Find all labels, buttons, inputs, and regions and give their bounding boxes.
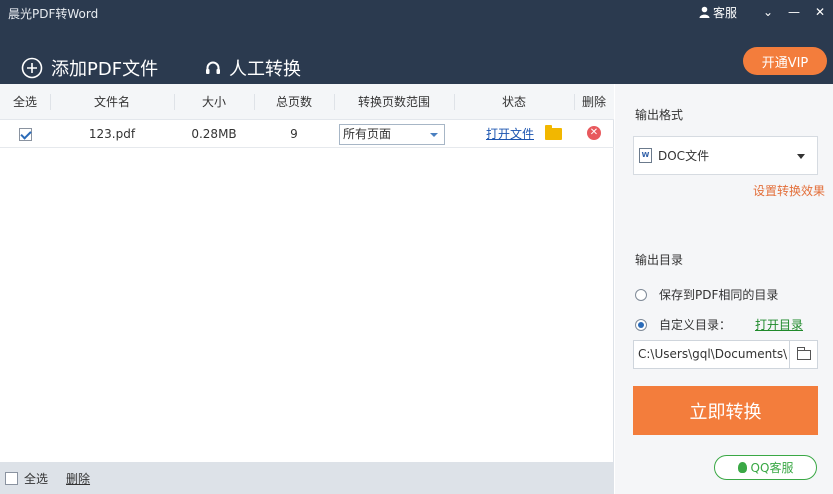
custom-dir-option[interactable]: 自定义目录：: [635, 316, 731, 333]
same-dir-label: 保存到PDF相同的目录: [659, 288, 779, 302]
header-status: 状态: [501, 95, 526, 109]
custom-dir-radio[interactable]: [635, 318, 647, 331]
folder-icon[interactable]: [545, 125, 562, 140]
menu-button[interactable]: ⌄: [755, 0, 781, 24]
header-delete: 删除: [581, 95, 606, 109]
header-select-all[interactable]: 全选: [0, 84, 50, 120]
plus-circle-icon: [21, 57, 43, 79]
header-size: 大小: [201, 95, 226, 109]
qq-service-label: QQ客服: [750, 461, 794, 475]
same-dir-radio[interactable]: [635, 288, 647, 301]
page-range-value: 所有页面: [343, 127, 392, 141]
custom-dir-label: 自定义目录：: [659, 318, 732, 332]
chevron-down-icon: [430, 133, 438, 137]
delete-row-button[interactable]: ✕: [587, 126, 601, 140]
delete-selected-link[interactable]: 删除: [66, 470, 90, 487]
output-format-title: 输出格式: [635, 108, 684, 122]
select-all-label[interactable]: 全选: [24, 470, 48, 487]
row-select-cell: [0, 120, 50, 148]
add-pdf-label: 添加PDF文件: [51, 59, 159, 80]
select-all-checkbox[interactable]: [5, 471, 18, 485]
row-filename: 123.pdf: [88, 127, 136, 141]
output-format-select[interactable]: W DOC文件: [633, 136, 818, 175]
table-row: 123.pdf 0.28MB 9 所有页面 打开文件 ✕: [0, 120, 614, 148]
row-pages: 9: [290, 127, 298, 141]
user-icon: [699, 6, 710, 18]
add-pdf-button[interactable]: 添加PDF文件: [21, 55, 158, 81]
vip-button[interactable]: 开通VIP: [743, 47, 827, 75]
convert-now-button[interactable]: 立即转换: [633, 386, 818, 435]
open-dir-link[interactable]: 打开目录: [755, 316, 803, 333]
browse-folder-button[interactable]: [789, 340, 818, 369]
manual-convert-button[interactable]: 人工转换: [205, 55, 301, 81]
file-table: 全选 文件名 大小 总页数 转换页数范围 状态 删除 123.pdf 0.28M…: [0, 84, 614, 462]
customer-service-button[interactable]: 客服: [699, 4, 737, 21]
output-path-field[interactable]: C:\Users\gql\Documents\: [633, 340, 790, 369]
output-format-value: DOC文件: [658, 149, 710, 163]
headset-icon: [206, 61, 220, 74]
qq-penguin-icon: [737, 462, 747, 473]
open-file-cell: 打开文件: [472, 120, 548, 148]
menu-chevron-icon: ⌄: [762, 5, 774, 19]
manual-convert-label: 人工转换: [229, 59, 301, 80]
word-doc-icon: W: [639, 148, 652, 163]
row-checkbox[interactable]: [18, 128, 32, 141]
page-range-select[interactable]: 所有页面: [339, 124, 445, 145]
window-title: 晨光PDF转Word: [8, 7, 99, 21]
header-pages: 总页数: [275, 95, 312, 109]
window-controls: 客服 ⌄ — ✕: [699, 0, 833, 24]
header-page-range: 转换页数范围: [357, 95, 430, 109]
settings-effect-link[interactable]: 设置转换效果: [753, 182, 825, 199]
settings-panel: 输出格式 W DOC文件 设置转换效果 输出目录 保存到PDF相同的目录 自定义…: [615, 84, 833, 494]
customer-service-label: 客服: [712, 5, 737, 20]
app-header: 晨光PDF转Word 客服 ⌄ — ✕ 添加PDF文件 人工转换 开通VIP: [0, 0, 833, 84]
remove-icon: ✕: [589, 127, 599, 138]
chevron-down-icon: [797, 154, 805, 159]
table-footer: 全选 删除: [0, 462, 614, 494]
output-dir-title: 输出目录: [635, 253, 684, 267]
minimize-button[interactable]: —: [781, 0, 807, 24]
minimize-icon: —: [788, 5, 800, 19]
qq-service-button[interactable]: QQ客服: [714, 455, 817, 480]
close-button[interactable]: ✕: [807, 0, 833, 24]
header-filename: 文件名: [93, 95, 130, 109]
same-dir-option[interactable]: 保存到PDF相同的目录: [635, 286, 778, 303]
table-header: 全选 文件名 大小 总页数 转换页数范围 状态 删除: [0, 84, 614, 120]
folder-open-icon: [796, 346, 811, 360]
close-icon: ✕: [814, 5, 826, 19]
open-file-link[interactable]: 打开文件: [486, 127, 534, 141]
row-size: 0.28MB: [191, 127, 237, 141]
